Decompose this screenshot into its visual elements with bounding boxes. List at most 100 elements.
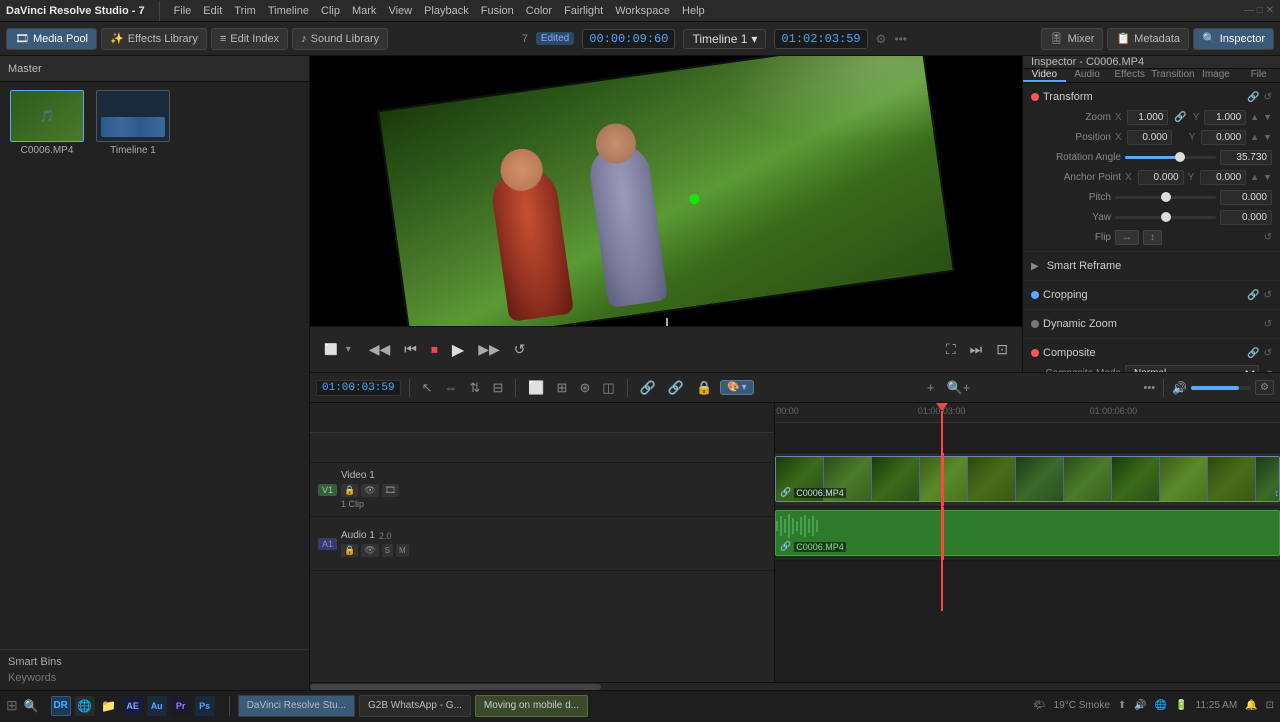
menu-help[interactable]: Help [682,5,705,17]
a1-lock-btn[interactable]: 🔒 [341,544,358,557]
anchor-down-arrow[interactable]: ▼ [1263,172,1272,182]
tl-settings-btn[interactable]: ⚙ [1255,380,1274,395]
rotation-value[interactable]: 35.730 [1220,150,1272,165]
tl-composite-tool[interactable]: ◫ [598,378,618,398]
tab-effects[interactable]: Effects [1108,69,1151,82]
v1-filmstrip-btn[interactable]: 🎞 [382,484,399,497]
menu-view[interactable]: View [388,5,412,17]
zoom-link-icon[interactable]: 🔗 [1174,112,1186,123]
zoom-x-value[interactable]: 1.000 [1127,110,1169,125]
audio1-lane[interactable]: 🔗 C0006.MP4 [775,507,1280,561]
tl-crop-tool[interactable]: ⊞ [553,378,572,398]
tl-transform-tool[interactable]: ⬜ [524,378,548,398]
menu-mark[interactable]: Mark [352,5,376,17]
tl-zoom-in[interactable]: 🔍+ [943,378,975,398]
taskbar-chrome-icon[interactable]: 🌐 [75,696,95,716]
pos-up-arrow[interactable]: ▲ [1250,132,1259,142]
volume-slider[interactable] [1191,386,1251,390]
taskbar-ps-icon[interactable]: Ps [195,696,215,716]
go-to-end-button[interactable]: ⏭ [966,337,987,362]
tl-color-picker[interactable]: 🎨 ▾ [720,380,753,395]
tab-transition[interactable]: Transition [1151,69,1195,82]
zoom-y-value[interactable]: 1.000 [1204,110,1246,125]
media-pool-button[interactable]: 🎞 Media Pool [6,28,97,50]
v1-lock-btn[interactable]: 🔒 [341,484,358,497]
tab-video[interactable]: Video [1023,69,1066,82]
smart-reframe-header[interactable]: ▶ Smart Reframe [1023,256,1280,276]
tl-lock-toggle[interactable]: 🔒 [692,378,716,398]
prev-frame-button[interactable]: ◀◀ [365,337,395,362]
tl-dynamic-zoom-tool[interactable]: ⊛ [575,378,594,398]
next-frame-button[interactable]: ▶▶ [474,337,504,362]
metadata-button[interactable]: 📋 Metadata [1107,28,1189,50]
flip-v-button[interactable]: ↕ [1143,230,1162,245]
pitch-slider[interactable] [1115,196,1216,199]
taskbar-davinci-icon[interactable]: DR [51,696,71,716]
go-to-start-button[interactable]: ⏮ [400,337,421,362]
menu-color[interactable]: Color [526,5,552,17]
search-icon[interactable]: 🔍 [24,699,39,713]
mixer-button[interactable]: 🎚 Mixer [1041,28,1104,50]
flip-reset[interactable]: ↺ [1264,232,1272,243]
inspector-button[interactable]: 🔍 Inspector [1193,28,1274,50]
record-button[interactable]: ⏹ [427,337,442,362]
anchor-x-value[interactable]: 0.000 [1138,170,1184,185]
anchor-y-value[interactable]: 0.000 [1200,170,1246,185]
cropping-link[interactable]: 🔗 [1247,290,1259,301]
tl-snap-toggle[interactable]: 🔗 [636,378,660,398]
zoom-down-arrow[interactable]: ▼ [1263,112,1272,122]
composite-mode-select[interactable]: Normal Screen Overlay Multiply [1125,365,1259,373]
rotation-slider[interactable] [1125,156,1216,159]
menu-playback[interactable]: Playback [424,5,469,17]
pitch-value[interactable]: 0.000 [1220,190,1272,205]
menu-timeline[interactable]: Timeline [268,5,309,17]
a1-m-btn[interactable]: M [396,544,409,557]
cropping-reset[interactable]: ↺ [1264,290,1272,301]
tl-retime-tool[interactable]: ⇅ [466,378,485,398]
video-clip-c0006[interactable]: 🔗 C0006.MP4 ↕ [775,456,1280,502]
taskbar-au-icon[interactable]: Au [147,696,167,716]
menu-workspace[interactable]: Workspace [615,5,670,17]
play-button[interactable]: ▶ [448,336,468,364]
menu-fusion[interactable]: Fusion [481,5,514,17]
pos-y-value[interactable]: 0.000 [1201,130,1246,145]
tab-audio[interactable]: Audio [1066,69,1109,82]
menu-file[interactable]: File [174,5,192,17]
a1-s-btn[interactable]: S [382,544,393,557]
pos-x-value[interactable]: 0.000 [1127,130,1172,145]
taskbar-ae-icon[interactable]: AE [123,696,143,716]
effects-library-button[interactable]: ✨ Effects Library [101,28,207,50]
sound-library-button[interactable]: ♪ Sound Library [292,28,388,50]
menu-fairlight[interactable]: Fairlight [564,5,603,17]
transform-reset[interactable]: ↺ [1264,92,1272,103]
yaw-slider[interactable] [1115,216,1216,219]
taskbar-davinci-app-btn[interactable]: DaVinci Resolve Stu... [238,695,355,717]
composite-reset[interactable]: ↺ [1264,348,1272,359]
pos-down-arrow[interactable]: ▼ [1263,132,1272,142]
tl-add-track[interactable]: + [923,378,939,397]
menu-clip[interactable]: Clip [321,5,340,17]
tl-trim-tool[interactable]: ⇔ [441,378,462,397]
tl-more[interactable]: ••• [1144,382,1156,394]
taskbar-premiere-icon[interactable]: Pr [171,696,191,716]
media-timeline-1[interactable]: Timeline 1 [94,90,172,641]
taskbar-notification-btn[interactable]: Moving on mobile d... [475,695,588,717]
media-clip-c0006[interactable]: 🎵 C0006.MP4 [8,90,86,641]
composite-header[interactable]: Composite 🔗 ↺ [1023,343,1280,363]
tab-image[interactable]: Image [1195,69,1238,82]
loop-button[interactable]: ↺ [510,337,530,362]
more-options-icon[interactable]: ••• [894,32,907,46]
composite-link[interactable]: 🔗 [1247,348,1259,359]
zoom-out-button[interactable]: ⬜ [320,339,342,360]
tl-link-toggle[interactable]: 🔗 [664,378,688,398]
yaw-value[interactable]: 0.000 [1220,210,1272,225]
dynamic-zoom-header[interactable]: Dynamic Zoom ↺ [1023,314,1280,334]
taskbar-folder-icon[interactable]: 📁 [99,696,119,716]
transform-header[interactable]: Transform 🔗 ↺ [1023,87,1280,107]
dynamic-zoom-reset[interactable]: ↺ [1264,319,1272,330]
edit-index-button[interactable]: ≡ Edit Index [211,28,288,50]
tl-pointer-tool[interactable]: ↖ [418,378,437,398]
settings-icon[interactable]: ⚙ [876,32,887,46]
menu-trim[interactable]: Trim [234,5,256,17]
video1-lane[interactable]: 🔗 C0006.MP4 ↕ [775,453,1280,507]
